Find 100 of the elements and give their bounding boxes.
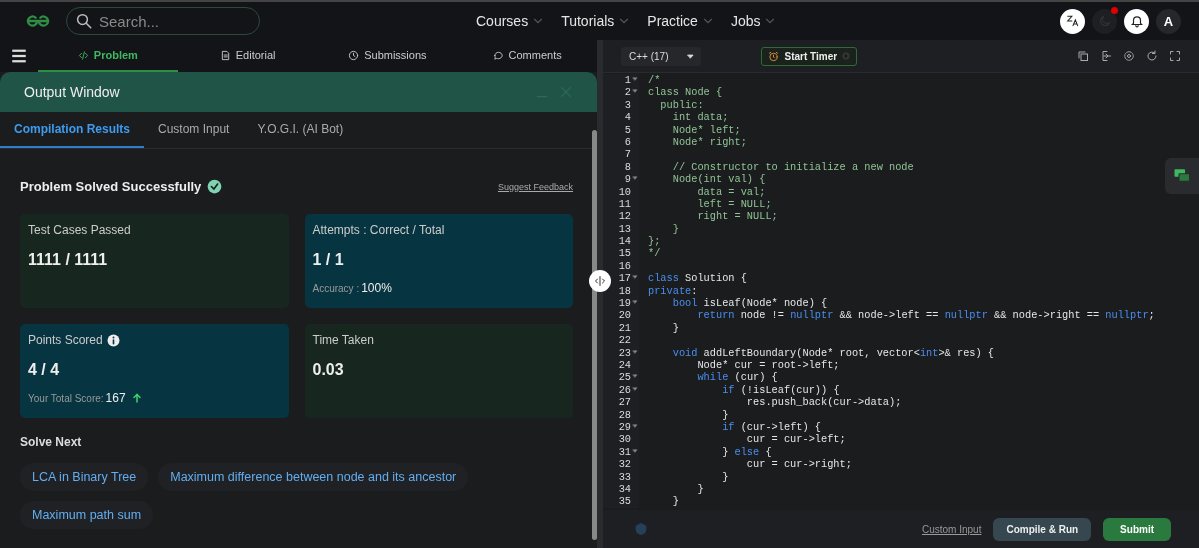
- fold-caret-icon[interactable]: [632, 385, 638, 392]
- line-number: 17: [618, 272, 631, 285]
- search-field[interactable]: Search...: [66, 7, 260, 35]
- line-number: 23: [618, 346, 631, 359]
- copy-icon[interactable]: [1077, 50, 1089, 62]
- line-number: 15: [618, 247, 631, 260]
- line-number: 2: [624, 86, 631, 99]
- line-number: 12: [618, 210, 631, 223]
- nav-menu-item[interactable]: Jobs: [726, 13, 782, 29]
- code-line: while (cur) {: [696, 371, 778, 384]
- menu-icon[interactable]: [9, 47, 29, 65]
- line-number: 4: [624, 111, 631, 124]
- line-number: 34: [618, 482, 631, 496]
- fold-caret-icon[interactable]: [632, 422, 638, 429]
- card-sub-value: 167: [105, 391, 126, 405]
- fold-caret-icon[interactable]: [632, 299, 638, 306]
- code-line: public:: [659, 98, 704, 111]
- line-number: 26: [618, 383, 631, 397]
- search-icon: [75, 12, 93, 30]
- chat-button[interactable]: [1165, 158, 1199, 194]
- card-title: Time Taken: [312, 333, 374, 347]
- line-number: 35: [618, 495, 631, 508]
- problem-chip[interactable]: LCA in Binary Tree: [20, 463, 149, 491]
- code-icon: [77, 49, 89, 61]
- clock-icon: [348, 49, 360, 61]
- line-number: 13: [618, 222, 631, 236]
- code-line: return node != nullptr && node->left == nullptr && node->right == nullptr;: [696, 309, 1155, 322]
- start-timer-button[interactable]: Start Timer: [761, 46, 858, 66]
- nav-menu-item[interactable]: Practice: [643, 13, 719, 29]
- nav-menu-item[interactable]: Courses: [472, 13, 550, 29]
- line-number: 24: [618, 359, 631, 372]
- fold-caret-icon[interactable]: [632, 88, 638, 95]
- code-line: void addLeftBoundary(Node* root, vector<int>& res) {: [671, 346, 995, 359]
- code-line: left = NULL;: [696, 197, 772, 210]
- problem-tab[interactable]: Submissions: [317, 40, 458, 72]
- dark-mode-button[interactable]: [1092, 8, 1117, 34]
- code-line: bool isLeaf(Node* node) {: [671, 297, 828, 310]
- code-line: Node(int val) {: [671, 173, 766, 186]
- problem-chip[interactable]: Maximum difference between node and its ancestor: [158, 463, 469, 491]
- feedback-link[interactable]: Suggest Feedback: [497, 181, 573, 192]
- section-heading: Solve Next: [20, 435, 83, 449]
- translate-button[interactable]: [1060, 8, 1085, 34]
- user-avatar[interactable]: A: [1156, 8, 1181, 34]
- code-line: Node* right;: [671, 135, 747, 148]
- code-line: }: [721, 408, 729, 421]
- problem-tab[interactable]: Comments: [457, 40, 597, 72]
- custom-input-link[interactable]: Custom Input: [921, 523, 982, 535]
- language-select[interactable]: C++ (17): [621, 46, 702, 66]
- line-number: 6: [624, 135, 631, 149]
- line-number: 30: [618, 433, 631, 446]
- fold-caret-icon[interactable]: [632, 373, 638, 380]
- settings-icon[interactable]: [1123, 50, 1135, 62]
- line-number: 22: [618, 334, 631, 347]
- code-line: }: [671, 495, 679, 508]
- line-number: 18: [618, 284, 631, 298]
- problem-chip[interactable]: Maximum path sum: [20, 501, 154, 529]
- card-sub-label: Accuracy :: [312, 282, 360, 294]
- output-tab[interactable]: Custom Input: [144, 112, 244, 148]
- code-line: }: [671, 222, 679, 235]
- submit-button[interactable]: Submit: [1103, 517, 1171, 541]
- line-number: 27: [618, 396, 631, 409]
- output-tab[interactable]: Compilation Results: [0, 112, 144, 148]
- compile-run-button[interactable]: Compile & Run: [993, 517, 1092, 541]
- code-line: right = NULL;: [696, 210, 778, 223]
- line-number: 8: [624, 160, 631, 174]
- resize-arrows-icon: [594, 275, 606, 287]
- fold-caret-icon[interactable]: [632, 175, 638, 182]
- line-number: 32: [618, 458, 631, 471]
- scrollbar[interactable]: [592, 130, 597, 540]
- line-number: 20: [618, 309, 631, 322]
- fold-caret-icon[interactable]: [632, 274, 638, 281]
- code-line: class Node {: [648, 86, 723, 99]
- code-line: */: [648, 247, 661, 260]
- code-line: cur = cur->right;: [745, 458, 852, 471]
- line-number: 19: [618, 297, 631, 310]
- notifications-button[interactable]: [1124, 8, 1149, 34]
- line-number: 14: [618, 235, 631, 248]
- import-icon[interactable]: [1100, 50, 1112, 62]
- card-value: 0.03: [312, 361, 345, 379]
- nav-menu-item[interactable]: Tutorials: [557, 13, 636, 29]
- code-line: data = val;: [696, 185, 766, 198]
- card-value: 1111 / 1111: [28, 251, 109, 269]
- code-line: };: [648, 235, 661, 248]
- line-number: 3: [624, 98, 631, 112]
- output-tab[interactable]: Y.O.G.I. (AI Bot): [243, 112, 358, 148]
- code-line: cur = cur->left;: [745, 433, 846, 446]
- fold-caret-icon[interactable]: [632, 348, 638, 355]
- play-circle-icon: [842, 52, 851, 60]
- fullscreen-icon[interactable]: [1169, 50, 1181, 62]
- fold-caret-icon[interactable]: [632, 447, 638, 454]
- code-line: // Constructor to initialize a new node: [671, 160, 914, 173]
- fold-caret-icon[interactable]: [632, 76, 638, 82]
- status-heading: Problem Solved Successfully: [20, 179, 202, 194]
- code-line: private:: [648, 284, 698, 297]
- document-icon: [219, 49, 231, 61]
- code-line: res.push_back(cur->data);: [745, 396, 902, 409]
- problem-tab[interactable]: Editorial: [177, 40, 318, 72]
- caret-down-icon: [686, 51, 696, 61]
- code-line: if (cur->left) {: [721, 420, 822, 433]
- refresh-icon[interactable]: [1146, 50, 1158, 62]
